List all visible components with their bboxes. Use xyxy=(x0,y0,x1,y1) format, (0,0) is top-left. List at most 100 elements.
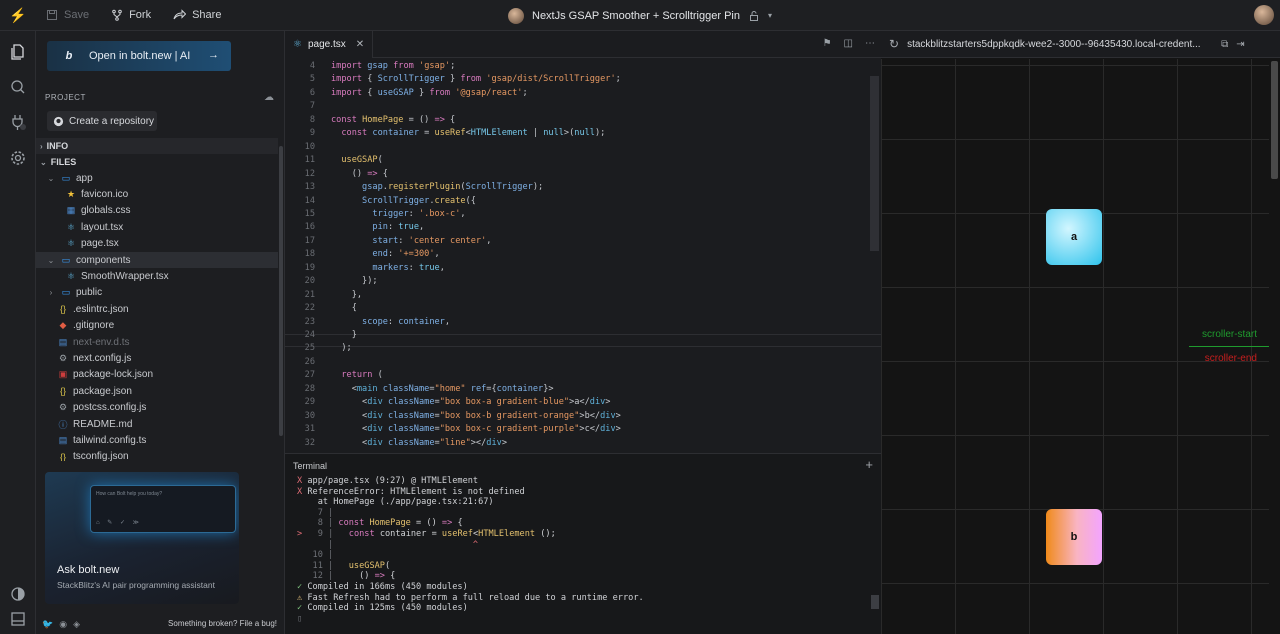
line-number: 30 xyxy=(304,410,315,421)
scroller-start-marker: scroller-start xyxy=(1201,329,1257,340)
cloud-upload-icon[interactable]: ☁ xyxy=(264,92,274,103)
folder-icon: ▭ xyxy=(61,254,71,265)
open-in-new-tab-icon[interactable]: ⧉ xyxy=(1221,39,1228,50)
file-tree-item[interactable]: ⓘ README.md xyxy=(36,416,278,432)
file-tree-item[interactable]: ⚙ next.config.js xyxy=(36,350,278,366)
preview-url[interactable]: stackblitzstarters5dppkqdk-wee2--3000--9… xyxy=(907,39,1207,50)
file-tree-item[interactable]: › ▭ public xyxy=(36,285,278,301)
gear-file-icon: ⚙ xyxy=(58,402,68,413)
twitter-icon[interactable]: 🐦 xyxy=(42,619,53,630)
sidebar-footer: 🐦 ◉ ◈ Something broken? File a bug! xyxy=(36,615,285,634)
tab-page-tsx[interactable]: ⚛ page.tsx ✕ xyxy=(285,30,374,58)
code-line: { xyxy=(331,303,357,314)
terminal-line: 7 | xyxy=(297,507,334,518)
fork-button[interactable]: Fork xyxy=(111,9,151,21)
ask-bolt-card[interactable]: How can Bolt help you today? ⌂ ✎ ✓ ≫ Ask… xyxy=(45,472,239,604)
line-number: 32 xyxy=(304,437,315,448)
code-line: <div className="box box-c gradient-purpl… xyxy=(331,424,621,435)
open-in-bolt-label: Open in bolt.new | AI xyxy=(89,50,191,62)
line-number: 4 xyxy=(309,61,315,71)
file-name: app xyxy=(76,172,93,184)
project-title[interactable]: NextJs GSAP Smoother + Scrolltrigger Pin xyxy=(532,10,740,22)
file-tree-item[interactable]: ⚛ layout.tsx xyxy=(36,219,278,235)
file-name: tailwind.config.ts xyxy=(73,434,147,446)
files-icon[interactable] xyxy=(8,42,28,62)
close-tab-icon[interactable]: ✕ xyxy=(356,39,364,50)
settings-gear-icon[interactable] xyxy=(8,148,28,168)
sidebar-scrollbar[interactable] xyxy=(279,146,283,436)
tab-label: page.tsx xyxy=(307,38,346,50)
github-footer-icon[interactable]: ◉ xyxy=(59,619,67,630)
chevron-right-icon: › xyxy=(49,288,53,298)
theme-toggle-icon[interactable] xyxy=(8,584,28,604)
chevron-down-icon: ⌄ xyxy=(47,173,55,183)
file-name: next-env.d.ts xyxy=(73,336,130,348)
user-avatar[interactable] xyxy=(1254,5,1274,25)
discord-icon[interactable]: ◈ xyxy=(73,619,80,630)
file-tree-item[interactable]: ▣ package-lock.json xyxy=(36,367,278,383)
terminal-line: ✓ Compiled in 125ms (450 modules) xyxy=(297,603,468,614)
css-file-icon: ▦ xyxy=(66,205,76,216)
files-section-header[interactable]: ⌄ FILES xyxy=(36,154,278,170)
file-tree-item[interactable]: ▤ tailwind.config.ts xyxy=(36,432,278,448)
plug-icon[interactable] xyxy=(8,112,28,132)
file-name: layout.tsx xyxy=(81,221,124,233)
file-tree-item[interactable]: ◆ .gitignore xyxy=(36,318,278,334)
line-number: 23 xyxy=(304,316,315,327)
code-line: }); xyxy=(331,276,378,287)
terminal-scrollbar[interactable] xyxy=(871,595,879,609)
file-name: postcss.config.js xyxy=(73,402,147,414)
chevron-down-icon[interactable]: ▾ xyxy=(768,11,772,20)
terminal-panel: Terminal + X app/page.tsx (9:27) @ HTMLE… xyxy=(285,453,881,634)
file-tree-item[interactable]: ⚛ page.tsx xyxy=(36,236,278,252)
terminal-line: ⚠ Fast Refresh had to perform a full rel… xyxy=(297,592,644,603)
code-area[interactable]: 4 import gsap from 'gsap'; 5 import { Scrol… xyxy=(285,59,881,453)
create-repository-button[interactable]: Create a repository xyxy=(47,111,157,131)
md-file-icon: ⓘ xyxy=(58,419,68,430)
stackblitz-logo-icon[interactable]: ⚡ xyxy=(0,0,36,31)
search-icon[interactable] xyxy=(8,77,28,97)
file-tree-item[interactable]: {} tsconfig.json xyxy=(36,449,278,461)
terminal-line: 10 | xyxy=(297,550,334,561)
file-tree-item[interactable]: ★ favicon.ico xyxy=(36,186,278,202)
react-file-icon: ⚛ xyxy=(66,238,76,249)
code-line: import gsap from 'gsap'; xyxy=(331,61,456,71)
line-number: 8 xyxy=(309,114,315,125)
file-tree-item[interactable]: ⚙ postcss.config.js xyxy=(36,399,278,415)
file-name: components xyxy=(76,254,131,266)
line-number: 26 xyxy=(304,356,315,367)
terminal-line: at HomePage (./app/page.tsx:21:67) xyxy=(297,497,494,508)
layout-panel-icon[interactable] xyxy=(8,609,28,629)
share-button[interactable]: Share xyxy=(173,9,221,21)
file-tree-item[interactable]: ▦ globals.css xyxy=(36,203,278,219)
top-bar: ⚡ Save Fork Share NextJs GSAP Smoother +… xyxy=(0,0,1280,31)
save-button[interactable]: Save xyxy=(46,9,89,21)
line-number: 27 xyxy=(304,370,315,381)
owner-avatar[interactable] xyxy=(508,7,524,24)
ask-bolt-subtitle: StackBlitz's AI pair programming assista… xyxy=(57,580,215,590)
preview-canvas[interactable]: a b scroller-start scroller-end xyxy=(881,59,1269,634)
preview-url-bar: ↻ stackblitzstarters5dppkqdk-wee2--3000-… xyxy=(881,31,1280,58)
pin-icon[interactable]: ⚑ xyxy=(823,38,832,49)
code-line: trigger: '.box-c', xyxy=(372,208,466,219)
file-tree-item[interactable]: ⌄ ▭ components xyxy=(36,251,278,269)
editor-scrollbar[interactable] xyxy=(870,76,879,251)
collapse-preview-icon[interactable]: ⇥ xyxy=(1236,39,1244,50)
terminal-output[interactable]: X app/page.tsx (9:27) @ HTMLElement X Ref… xyxy=(297,476,867,624)
reload-icon[interactable]: ↻ xyxy=(889,37,899,51)
file-tree-item[interactable]: ⚛ SmoothWrapper.tsx xyxy=(36,268,278,284)
open-in-bolt-button[interactable]: b Open in bolt.new | AI → xyxy=(47,41,231,71)
split-editor-icon[interactable]: ◫ xyxy=(844,38,853,49)
file-a-bug-link[interactable]: Something broken? File a bug! xyxy=(168,619,277,628)
file-tree-item[interactable]: {} package.json xyxy=(36,383,278,399)
fork-icon xyxy=(111,9,123,21)
file-tree-item[interactable]: ⌄ ▭ app xyxy=(36,170,278,186)
file-tree-item[interactable]: {} .eslintrc.json xyxy=(36,301,278,317)
more-icon[interactable]: ⋯ xyxy=(865,38,875,49)
info-section-header[interactable]: › INFO xyxy=(36,138,278,154)
new-terminal-plus-icon[interactable]: + xyxy=(865,457,873,472)
terminal-line: 12 | () => { xyxy=(297,571,396,582)
preview-scrollbar[interactable] xyxy=(1271,61,1278,179)
file-tree-item[interactable]: ▤ next-env.d.ts xyxy=(36,334,278,350)
lock-icon[interactable] xyxy=(748,10,760,22)
